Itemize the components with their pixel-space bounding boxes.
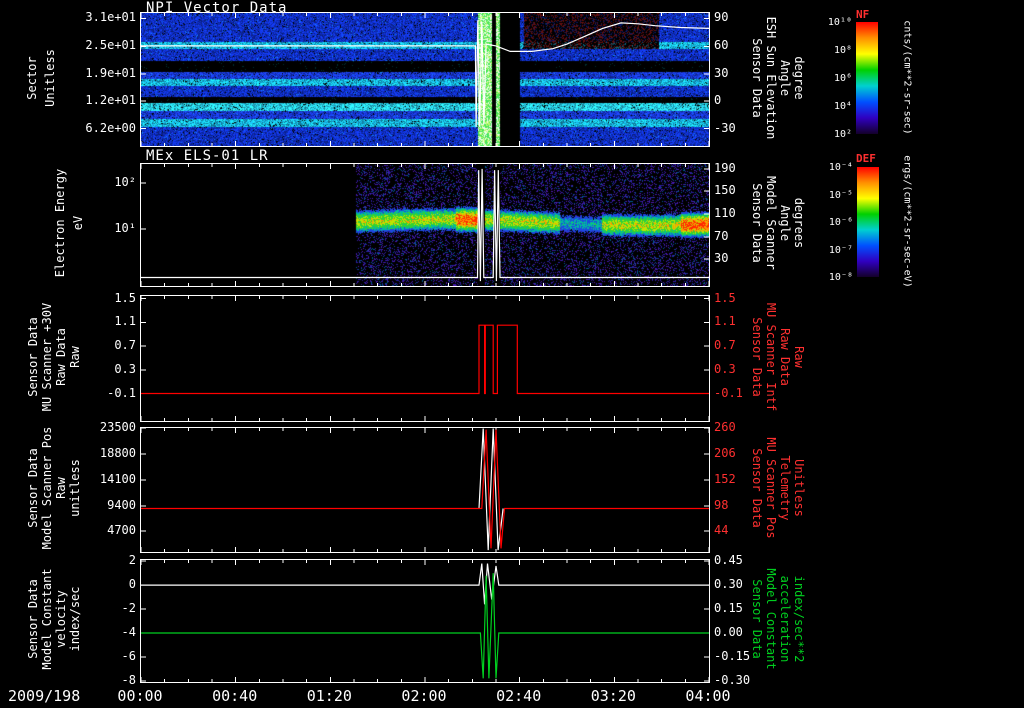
colorbar-nf bbox=[856, 22, 878, 134]
colorbar-tick-label: 10² bbox=[833, 129, 852, 140]
y-tick-label: 10¹ bbox=[114, 221, 136, 236]
x-tick-label: 02:40 bbox=[496, 687, 542, 705]
npi-series-0 bbox=[141, 20, 709, 127]
plot-stage: NPI Vector Data MEx ELS-01 LR 2009/198 N… bbox=[0, 0, 1024, 708]
y-tick-label: 1.9e+01 bbox=[85, 66, 136, 81]
mu-scanner-30v-panel bbox=[140, 295, 710, 422]
els-plot-overlay bbox=[141, 164, 709, 286]
colorbar-def bbox=[857, 167, 879, 277]
colorbar-def-unit: ergs/(cm**2-sr-sec-eV) bbox=[901, 155, 913, 288]
y-axis-label: Model Constant bbox=[40, 568, 54, 670]
model-scanner-pos-series-1 bbox=[141, 429, 709, 549]
x-tick-label: 01:20 bbox=[306, 687, 352, 705]
x-tick-label: 03:20 bbox=[590, 687, 636, 705]
y-axis-label-right: acceleration bbox=[778, 575, 792, 663]
y-tick-label: 3.1e+01 bbox=[85, 10, 136, 25]
x-tick-label: 02:00 bbox=[401, 687, 447, 705]
model-constant-panel bbox=[140, 559, 710, 683]
y-tick-label: 2.5e+01 bbox=[85, 38, 136, 53]
els-series-0 bbox=[141, 168, 709, 282]
colorbar-def-name: DEF bbox=[856, 152, 876, 165]
y-axis-label: Sector bbox=[25, 55, 39, 100]
colorbar-tick-label: 10⁶ bbox=[833, 73, 852, 84]
colorbar-nf-name: NF bbox=[856, 8, 870, 21]
mu-scanner-30v-series-0 bbox=[141, 324, 709, 395]
x-tick-label: 00:00 bbox=[117, 687, 163, 705]
y-tick-label: 1.2e+01 bbox=[85, 92, 136, 107]
model-constant-series-0 bbox=[141, 563, 709, 605]
model-constant-series-1 bbox=[141, 573, 709, 679]
model-scanner-pos-plot-overlay bbox=[141, 428, 709, 552]
colorbar-tick-label: 10⁸ bbox=[833, 45, 852, 56]
model-constant-plot-overlay bbox=[141, 560, 709, 682]
x-tick-label: 04:00 bbox=[685, 687, 731, 705]
y-tick-label: 6.2e+00 bbox=[85, 120, 136, 135]
colorbar-tick-label: 10⁻⁶ bbox=[828, 217, 853, 228]
y-axis-label-right: Sensor Data bbox=[750, 579, 764, 659]
colorbar-tick-label: 10¹⁰ bbox=[827, 17, 852, 28]
y-axis-label: Sensor Data bbox=[26, 579, 40, 659]
y-axis-label: index/sec bbox=[68, 586, 82, 652]
mu-scanner-30v-plot-overlay bbox=[141, 296, 709, 421]
npi-panel bbox=[140, 12, 710, 147]
panel-title-els: MEx ELS-01 LR bbox=[146, 148, 269, 164]
y-axis-label-right: index/sec**2 bbox=[792, 575, 806, 663]
colorbar-tick-label: 10⁻⁴ bbox=[828, 162, 853, 173]
x-tick-label: 00:40 bbox=[212, 687, 258, 705]
y-axis-label-right: Model Constant bbox=[764, 568, 778, 670]
colorbar-tick-label: 10⁻⁸ bbox=[828, 272, 853, 283]
npi-plot-overlay bbox=[141, 13, 709, 146]
colorbar-tick-label: 10⁻⁵ bbox=[828, 189, 853, 201]
y-tick-label: 10² bbox=[114, 175, 136, 190]
model-scanner-pos-panel bbox=[140, 427, 710, 553]
colorbar-tick-label: 10⁴ bbox=[833, 101, 852, 112]
y-axis-label: velocity bbox=[54, 590, 68, 648]
colorbar-tick-label: 10⁻⁷ bbox=[828, 244, 853, 256]
els-panel bbox=[140, 163, 710, 287]
